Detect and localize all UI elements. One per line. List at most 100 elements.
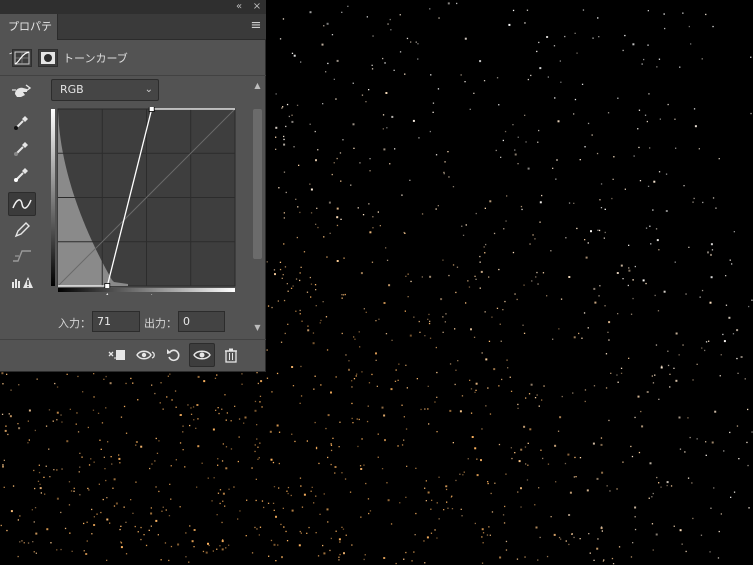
sparkle-particle (275, 93, 277, 95)
sparkle-particle (377, 456, 379, 458)
tab-properties[interactable]: プロパティ (0, 14, 58, 59)
sparkle-particle (498, 268, 500, 271)
sparkle-particle (498, 104, 500, 106)
sparkle-particle (460, 508, 462, 510)
sparkle-particle (469, 108, 471, 110)
sparkle-particle (404, 310, 406, 312)
curve-graph[interactable] (51, 107, 237, 295)
sparkle-particle (729, 259, 731, 261)
panel-scrollbar[interactable]: ▲ ▼ (251, 79, 264, 335)
sparkle-particle (299, 530, 301, 533)
sparkle-particle (647, 10, 649, 12)
sparkle-particle (309, 11, 312, 14)
sparkle-particle (241, 373, 243, 375)
delete-adjustment-button[interactable] (218, 343, 244, 367)
sparkle-particle (429, 337, 432, 339)
white-point-eyedropper-icon[interactable] (8, 162, 36, 186)
sparkle-particle (254, 526, 256, 529)
curve-edit-points-icon[interactable] (8, 192, 36, 216)
sparkle-particle (327, 456, 329, 459)
sparkle-particle (620, 264, 623, 267)
sparkle-particle (444, 321, 446, 323)
sparkle-particle (495, 149, 497, 152)
sparkle-particle (88, 464, 91, 466)
smooth-curve-icon[interactable] (8, 244, 36, 268)
sparkle-particle (664, 27, 666, 30)
target-adjust-hand-icon[interactable] (8, 80, 36, 104)
sparkle-particle (524, 446, 527, 448)
sparkle-particle (527, 464, 529, 466)
sparkle-particle (246, 499, 248, 501)
sparkle-particle (582, 9, 585, 11)
sparkle-particle (539, 536, 541, 539)
view-previous-state-button[interactable] (133, 343, 159, 367)
sparkle-particle (500, 340, 502, 342)
black-point-eyedropper-icon[interactable] (8, 110, 36, 134)
toggle-visibility-button[interactable] (189, 343, 215, 367)
sparkle-particle (190, 413, 193, 415)
sparkle-particle (48, 409, 51, 411)
sparkle-particle (106, 518, 109, 521)
sparkle-particle (394, 380, 397, 382)
sparkle-particle (434, 401, 436, 403)
scroll-down-icon[interactable]: ▼ (251, 323, 264, 333)
sparkle-particle (469, 379, 471, 381)
sparkle-particle (405, 364, 407, 366)
sparkle-particle (568, 514, 571, 516)
channel-dropdown[interactable]: RGB ⌄ (51, 79, 159, 101)
sparkle-particle (693, 108, 696, 110)
sparkle-particle (100, 448, 102, 450)
sparkle-particle (79, 494, 81, 496)
sparkle-particle (385, 92, 388, 94)
sparkle-particle (600, 437, 603, 439)
sparkle-particle (461, 225, 463, 227)
sparkle-particle (105, 407, 107, 409)
sparkle-particle (27, 442, 29, 444)
sparkle-particle (254, 400, 257, 403)
panel-title-bar[interactable]: « × (0, 0, 266, 14)
clip-to-layer-button[interactable] (104, 343, 130, 367)
sparkle-particle (747, 464, 749, 467)
sparkle-particle (712, 25, 714, 28)
reset-adjustment-button[interactable] (161, 343, 187, 367)
input-value-field[interactable]: 71 (92, 311, 140, 332)
gray-point-eyedropper-icon[interactable] (8, 136, 36, 160)
sparkle-particle (584, 389, 587, 391)
sparkle-particle (328, 201, 331, 204)
pencil-draw-icon[interactable] (8, 218, 36, 242)
sparkle-particle (605, 353, 608, 355)
sparkle-particle (736, 357, 738, 360)
scroll-up-icon[interactable]: ▲ (251, 81, 264, 91)
sparkle-particle (241, 383, 243, 385)
sparkle-particle (638, 146, 640, 149)
sparkle-particle (361, 438, 363, 440)
panel-menu-button[interactable]: ≡ (250, 19, 262, 33)
sparkle-particle (340, 218, 342, 220)
sparkle-particle (649, 147, 651, 149)
sparkle-particle (274, 273, 276, 276)
sparkle-particle (401, 404, 403, 406)
sparkle-particle (493, 368, 496, 371)
sparkle-particle (522, 324, 524, 326)
collapse-panel-button[interactable]: « (232, 1, 246, 13)
sparkle-particle (338, 556, 340, 558)
sparkle-particle (145, 544, 148, 547)
clipping-warning-icon[interactable] (8, 270, 36, 294)
sparkle-particle (290, 494, 292, 497)
output-value-field[interactable]: 0 (178, 311, 225, 332)
sparkle-particle (450, 496, 452, 498)
sparkle-particle (475, 278, 477, 280)
close-panel-button[interactable]: × (250, 1, 264, 13)
sparkle-particle (417, 43, 419, 45)
sparkle-particle (455, 291, 457, 294)
layer-mask-icon[interactable] (38, 49, 58, 67)
sparkle-particle (69, 532, 71, 534)
delete-adjustment-icon (225, 348, 237, 363)
sparkle-particle (86, 540, 88, 542)
sparkle-particle (604, 208, 606, 210)
sparkle-particle (679, 448, 682, 450)
sparkle-particle (417, 58, 419, 60)
scroll-thumb[interactable] (253, 109, 262, 259)
sparkle-particle (222, 492, 225, 495)
sparkle-particle (509, 376, 511, 378)
